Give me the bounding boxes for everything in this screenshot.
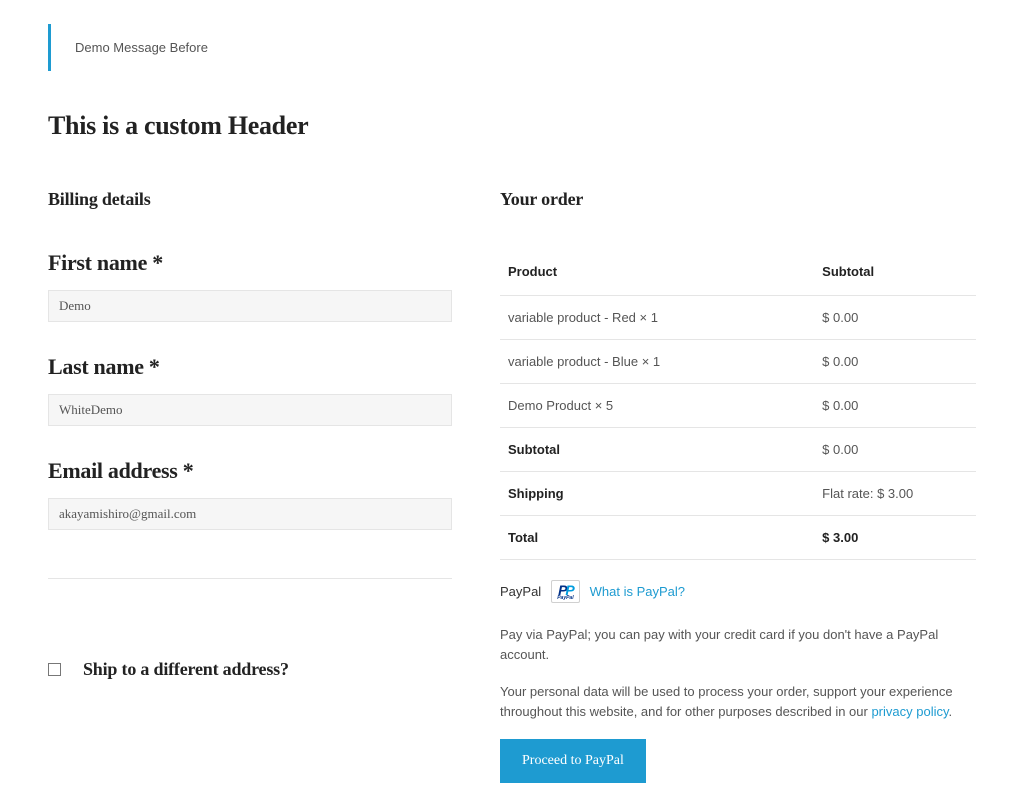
shipping-value: Flat rate: $ 3.00 xyxy=(814,472,976,516)
ship-different-row: Ship to a different address? xyxy=(48,659,452,680)
payment-method-row: PayPal PP PayPal What is PayPal? xyxy=(500,580,976,603)
total-label: Total xyxy=(500,516,814,560)
product-price: $ 0.00 xyxy=(814,296,976,340)
subtotal-value: $ 0.00 xyxy=(814,428,976,472)
product-qty: × 5 xyxy=(595,398,613,413)
first-name-label: First name * xyxy=(48,250,452,276)
order-heading: Your order xyxy=(500,189,976,210)
col-subtotal: Subtotal xyxy=(814,250,976,296)
ship-different-checkbox[interactable] xyxy=(48,663,61,676)
product-name: variable product - Blue xyxy=(508,354,642,369)
email-label: Email address * xyxy=(48,458,452,484)
billing-heading: Billing details xyxy=(48,189,452,210)
last-name-label: Last name * xyxy=(48,354,452,380)
product-name: variable product - Red xyxy=(508,310,640,325)
table-row: variable product - Red × 1$ 0.00 xyxy=(500,296,976,340)
what-is-paypal-link[interactable]: What is PayPal? xyxy=(590,584,685,599)
product-qty: × 1 xyxy=(642,354,660,369)
last-name-field: Last name * xyxy=(48,354,452,426)
product-price: $ 0.00 xyxy=(814,384,976,428)
divider xyxy=(48,578,452,579)
product-cell: Demo Product × 5 xyxy=(500,384,814,428)
payment-description: Pay via PayPal; you can pay with your cr… xyxy=(500,625,976,664)
first-name-input[interactable] xyxy=(48,290,452,322)
paypal-icon: PP PayPal xyxy=(551,580,579,603)
product-name: Demo Product xyxy=(508,398,595,413)
email-input[interactable] xyxy=(48,498,452,530)
ship-different-label[interactable]: Ship to a different address? xyxy=(83,659,289,680)
first-name-field: First name * xyxy=(48,250,452,322)
privacy-text: Your personal data will be used to proce… xyxy=(500,682,976,721)
page-title: This is a custom Header xyxy=(48,111,976,141)
proceed-to-paypal-button[interactable]: Proceed to PayPal xyxy=(500,739,646,783)
order-table: Product Subtotal variable product - Red … xyxy=(500,250,976,560)
shipping-label: Shipping xyxy=(500,472,814,516)
product-qty: × 1 xyxy=(640,310,658,325)
total-value: $ 3.00 xyxy=(814,516,976,560)
product-cell: variable product - Red × 1 xyxy=(500,296,814,340)
email-field: Email address * xyxy=(48,458,452,530)
product-cell: variable product - Blue × 1 xyxy=(500,340,814,384)
demo-message-text: Demo Message Before xyxy=(75,40,208,55)
subtotal-label: Subtotal xyxy=(500,428,814,472)
privacy-policy-link[interactable]: privacy policy xyxy=(871,704,948,719)
payment-method-label: PayPal xyxy=(500,584,541,599)
col-product: Product xyxy=(500,250,814,296)
demo-message-alert: Demo Message Before xyxy=(48,24,976,71)
table-row: variable product - Blue × 1$ 0.00 xyxy=(500,340,976,384)
product-price: $ 0.00 xyxy=(814,340,976,384)
last-name-input[interactable] xyxy=(48,394,452,426)
table-row: Demo Product × 5$ 0.00 xyxy=(500,384,976,428)
